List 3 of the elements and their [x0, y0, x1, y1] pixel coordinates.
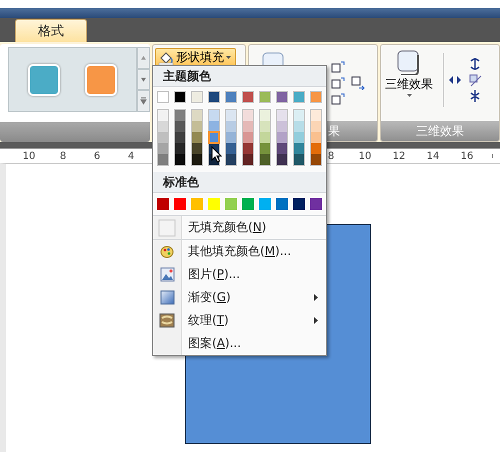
- group-label: 三维效果: [381, 121, 499, 141]
- menu-heading: 标准色: [153, 172, 326, 193]
- menu-heading: 主题颜色: [153, 66, 326, 87]
